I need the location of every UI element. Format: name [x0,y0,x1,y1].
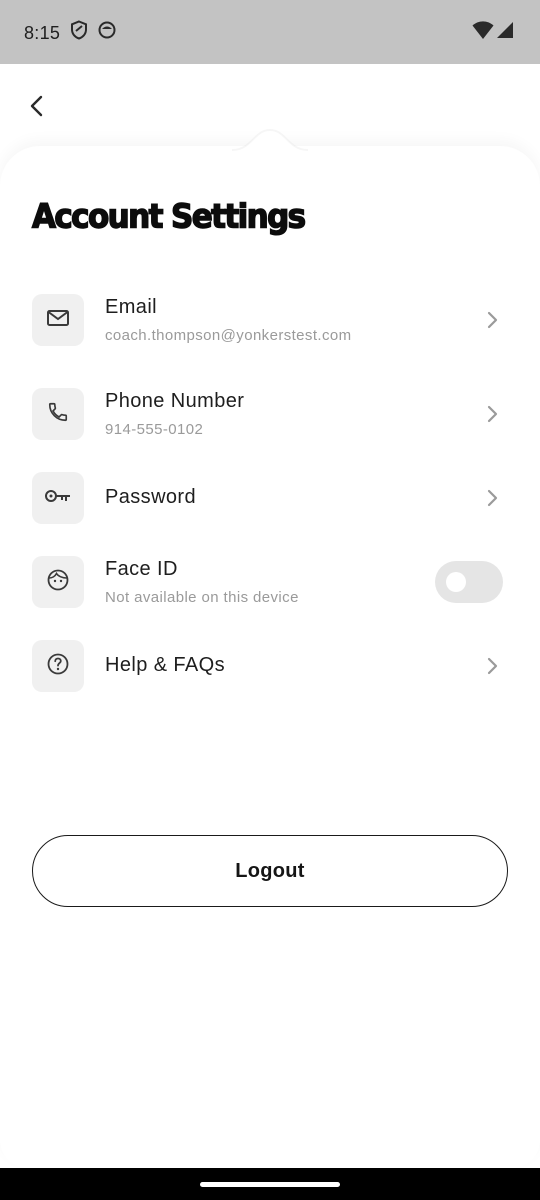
toggle-knob [446,572,466,592]
settings-item-title: Phone Number [105,390,245,412]
settings-item-help[interactable]: Help & FAQs [0,624,540,708]
wifi-icon [472,20,494,45]
settings-item-subtitle: Not available on this device [105,589,299,606]
mail-icon [46,308,70,333]
email-icon-box [32,294,84,346]
logout-button[interactable]: Logout [32,835,508,907]
page-title: Account Settings [31,197,307,236]
chevron-left-icon [29,95,43,122]
chevron-right-icon [486,657,500,675]
shield-icon [70,19,88,45]
settings-item-subtitle: 914-555-0102 [105,421,204,438]
chevron-right-icon [486,405,500,423]
face-id-toggle[interactable] [435,561,503,603]
help-circle-icon [46,652,70,681]
back-button[interactable] [18,90,54,126]
home-indicator[interactable] [200,1182,340,1187]
settings-item-title: Password [105,486,197,508]
system-nav-bar [0,1168,540,1200]
help-icon-box [32,640,84,692]
key-icon [44,487,72,510]
password-icon-box [32,472,84,524]
settings-item-subtitle: coach.thompson@yonkerstest.com [105,327,352,344]
status-time: 8:15 [24,22,61,43]
settings-item-title: Email [105,296,158,318]
settings-item-password[interactable]: Password [0,456,540,540]
settings-item-face-id: Face ID Not available on this device [0,540,540,624]
chevron-right-icon [486,489,500,507]
settings-item-phone[interactable]: Phone Number 914-555-0102 [0,372,540,456]
chevron-right-icon [486,311,500,329]
status-icons-left [70,19,116,45]
signal-icon [496,20,514,45]
face-app-icon [98,21,116,44]
face-icon [46,568,70,597]
settings-item-email[interactable]: Email coach.thompson@yonkerstest.com [0,278,540,362]
settings-item-title: Help & FAQs [105,654,225,676]
phone-icon [47,401,69,428]
face-id-icon-box [32,556,84,608]
settings-item-title: Face ID [105,558,178,580]
status-bar: 8:15 [0,0,540,64]
sheet-notch [232,130,308,152]
phone-icon-box [32,388,84,440]
status-icons-right [472,20,514,45]
